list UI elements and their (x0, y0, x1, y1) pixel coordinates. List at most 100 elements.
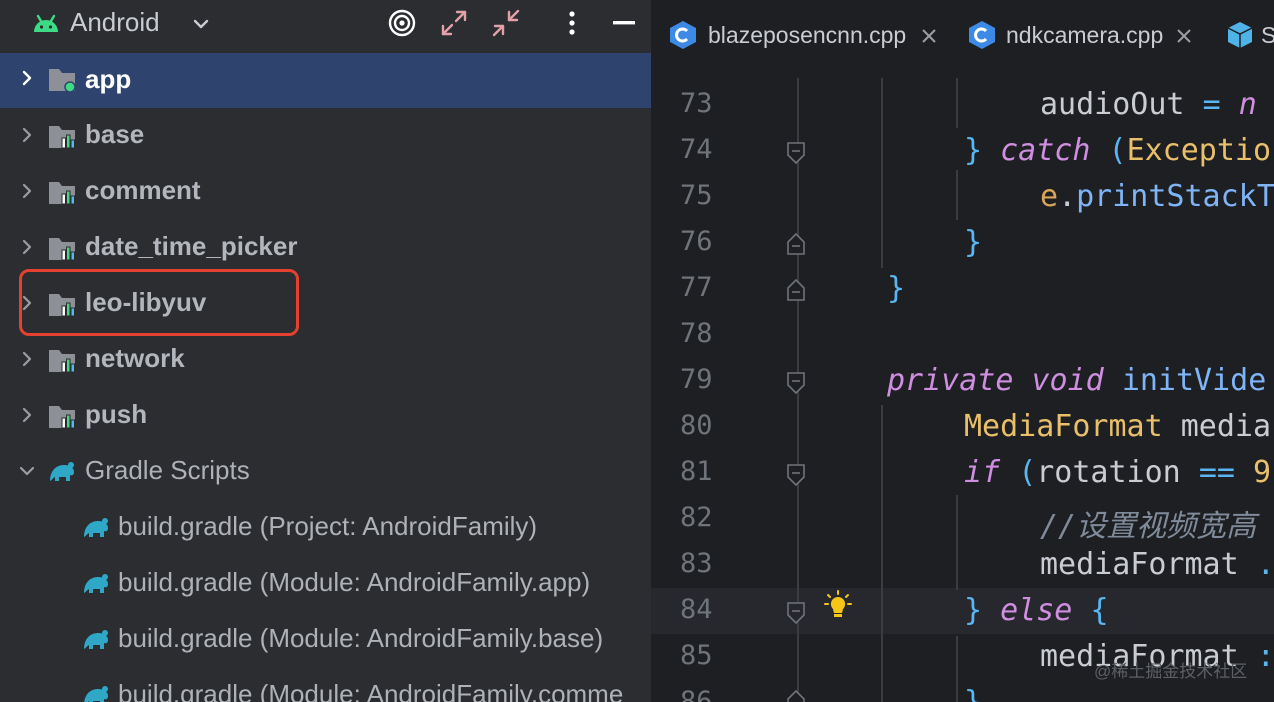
chevron-right-icon[interactable] (17, 405, 37, 425)
chevron-down-icon[interactable] (17, 461, 37, 481)
gradle-elephant-icon (84, 686, 108, 702)
fold-marker-icon[interactable] (786, 601, 806, 625)
code-token: if (964, 455, 1001, 490)
line-number: 74 (680, 134, 713, 165)
expand-all-icon[interactable] (439, 8, 469, 38)
tab-label: S (1261, 22, 1274, 48)
app-module-folder-icon (49, 69, 76, 93)
project-tool-window: Android app base comment date_time_picke… (0, 0, 651, 702)
line-number: 78 (680, 318, 713, 349)
project-view-selector[interactable]: Android (70, 7, 160, 38)
code-line-76[interactable]: } (964, 225, 982, 260)
fold-marker-icon[interactable] (786, 278, 806, 302)
tree-item-build-gradle-project[interactable]: build.gradle (Project: AndroidFamily) (0, 501, 651, 557)
close-icon[interactable] (921, 28, 937, 44)
code-token: ( (1018, 455, 1037, 490)
cpp-file-icon (670, 21, 696, 49)
chevron-right-icon[interactable] (17, 125, 37, 145)
code-token: : (1256, 639, 1274, 674)
tree-item-build-gradle-base[interactable]: build.gradle (Module: AndroidFamily.base… (0, 613, 651, 669)
cpp-file-icon (969, 21, 995, 49)
lightbulb-icon[interactable] (823, 590, 853, 622)
module-folder-icon (49, 406, 75, 429)
tab-label: blazeposencnn.cpp (708, 22, 907, 48)
tree-item-gradle-scripts[interactable]: Gradle Scripts (0, 445, 651, 501)
more-options-icon[interactable] (557, 8, 587, 38)
tree-item-build-gradle-app[interactable]: build.gradle (Module: AndroidFamily.app) (0, 557, 651, 613)
code-token: catch (1000, 133, 1091, 168)
tab-ndkcamera-cpp[interactable]: ndkcamera.cpp (967, 18, 1197, 54)
code-token: == (1198, 455, 1235, 490)
code-editor[interactable]: blazeposencnn.cpp ndkcamera.cpp S 73 74 … (651, 0, 1274, 702)
tree-item-label: base (85, 119, 145, 149)
fold-marker-icon[interactable] (786, 232, 806, 256)
code-line-82[interactable]: //设置视频宽高 (1040, 501, 1256, 545)
tree-item-build-gradle-comment[interactable]: build.gradle (Module: AndroidFamily.comm… (0, 669, 651, 702)
collapse-all-icon[interactable] (491, 8, 521, 38)
line-number: 80 (680, 410, 713, 441)
code-token: = (1202, 87, 1221, 122)
code-line-74[interactable]: } catch (Exceptio (964, 133, 1271, 168)
fold-marker-icon[interactable] (786, 463, 806, 487)
tree-item-network[interactable]: network (0, 333, 651, 389)
code-line-80[interactable]: MediaFormat media (964, 409, 1271, 444)
project-panel-header: Android (0, 0, 651, 50)
code-token: rotation (1036, 455, 1181, 490)
module-folder-icon (49, 126, 75, 149)
code-line-83[interactable]: mediaFormat . (1040, 547, 1274, 582)
close-icon[interactable] (1176, 28, 1192, 44)
fold-marker-icon[interactable] (786, 141, 806, 165)
code-line-77[interactable]: } (887, 271, 905, 306)
tree-item-comment[interactable]: comment (0, 165, 651, 221)
tree-item-label: app (85, 64, 132, 94)
indent-guide (956, 495, 958, 590)
tree-item-label: push (85, 399, 148, 429)
indent-guide (956, 170, 958, 220)
chevron-right-icon[interactable] (17, 349, 37, 369)
code-token: { (1090, 593, 1109, 628)
tab-blazeposencnn-cpp[interactable]: blazeposencnn.cpp (668, 18, 938, 54)
tree-item-push[interactable]: push (0, 389, 651, 445)
code-line-75[interactable]: e.printStackT (1040, 179, 1274, 214)
fold-marker-icon[interactable] (786, 371, 806, 395)
tree-item-label: comment (85, 175, 201, 205)
line-number: 81 (680, 456, 713, 487)
code-token: } (887, 271, 906, 306)
gradle-elephant-icon (84, 518, 108, 537)
code-line-73[interactable]: audioOut = n (1040, 87, 1257, 122)
fold-marker-icon[interactable] (786, 689, 806, 702)
gradle-elephant-icon (84, 574, 108, 593)
tree-item-label: build.gradle (Module: AndroidFamily.base… (118, 623, 604, 653)
code-token: MediaFormat (964, 409, 1163, 444)
code-token: printStackT (1076, 179, 1274, 214)
code-line-86[interactable]: } (964, 685, 982, 702)
line-number: 84 (680, 594, 713, 625)
indent-guide (956, 78, 958, 128)
line-number: 73 (680, 88, 713, 119)
tab-third-file[interactable]: S (1225, 18, 1274, 54)
module-folder-icon (49, 350, 75, 373)
line-number: 85 (680, 640, 713, 671)
line-number: 76 (680, 226, 713, 257)
code-token: initVide (1121, 363, 1267, 398)
chevron-right-icon[interactable] (17, 68, 37, 88)
indent-guide (881, 405, 883, 702)
line-number: 83 (680, 548, 713, 579)
code-line-81[interactable]: if (rotation == 9 (964, 455, 1271, 490)
code-token: } (964, 225, 983, 260)
tree-item-label: build.gradle (Module: AndroidFamily.comm… (118, 679, 624, 702)
tree-item-base[interactable]: base (0, 109, 651, 165)
tree-item-app[interactable]: app (0, 53, 651, 108)
chevron-right-icon[interactable] (17, 181, 37, 201)
code-line-79[interactable]: private void initVide (887, 363, 1266, 398)
tree-item-label: build.gradle (Project: AndroidFamily) (118, 511, 538, 541)
code-token: private (887, 363, 1014, 398)
locate-target-icon[interactable] (387, 8, 417, 38)
line-number: 79 (680, 364, 713, 395)
chevron-right-icon[interactable] (17, 237, 37, 257)
code-line-84[interactable]: } else { (964, 593, 1109, 628)
chevron-down-icon[interactable] (191, 14, 211, 34)
line-number: 86 (680, 686, 713, 702)
line-number: 77 (680, 272, 713, 303)
minimize-icon[interactable] (609, 8, 639, 38)
